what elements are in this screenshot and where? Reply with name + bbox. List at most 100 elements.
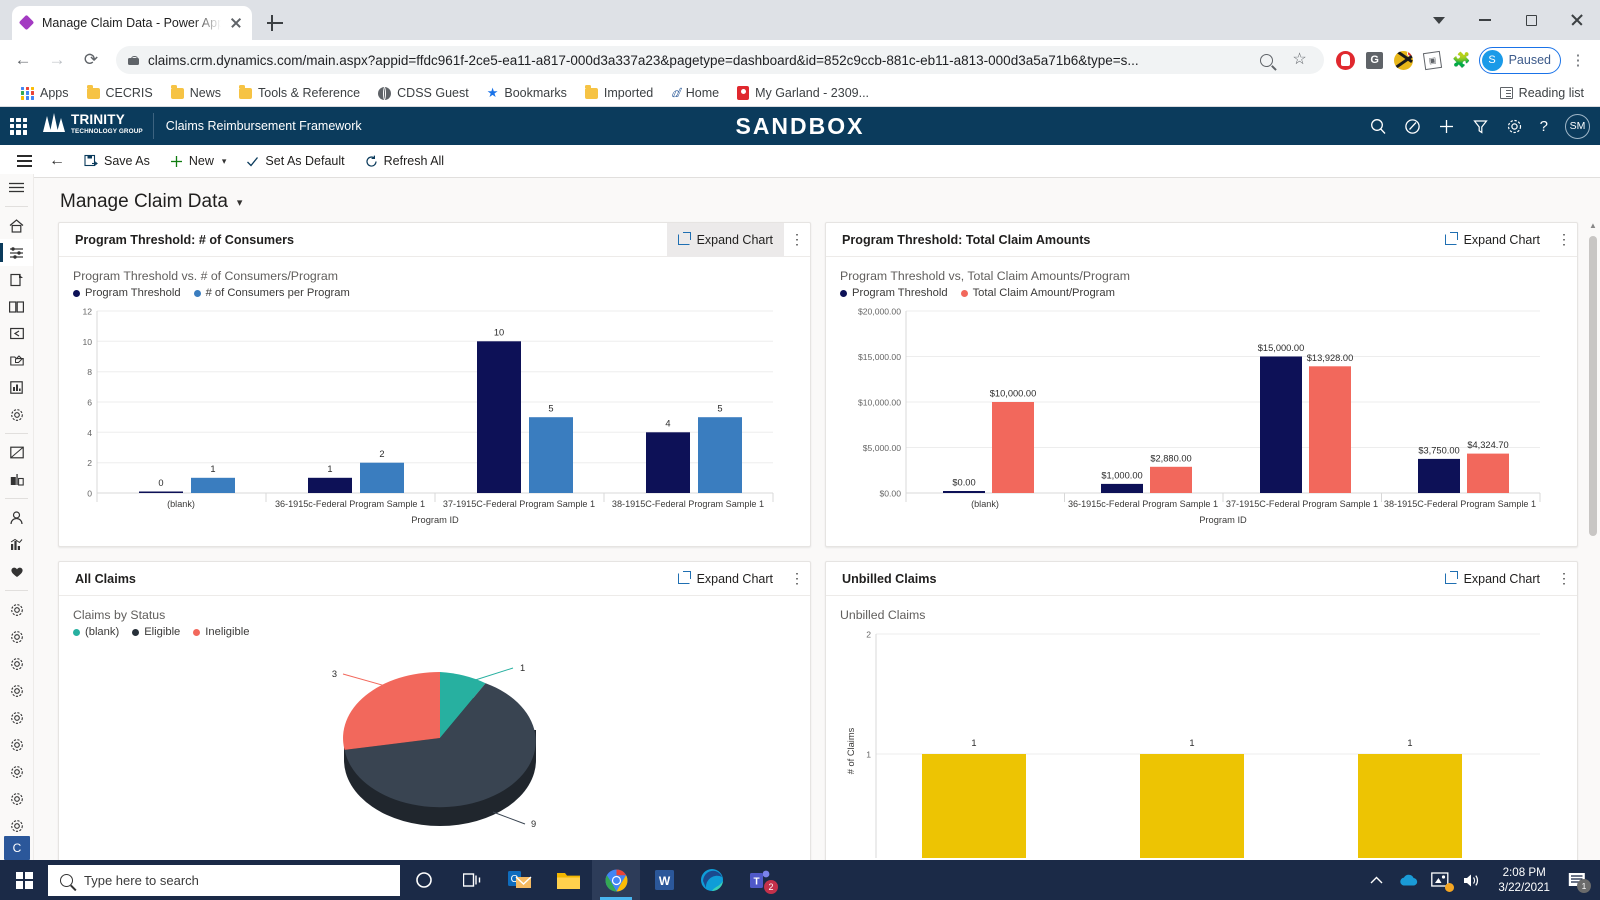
sidebar-item-entity-2[interactable] xyxy=(0,623,33,650)
start-button[interactable] xyxy=(0,860,48,900)
legend-item[interactable]: # of Consumers per Program xyxy=(194,287,350,299)
dashboard-scrollbar[interactable]: ▲ xyxy=(1586,218,1600,864)
onedrive-sync-icon[interactable] xyxy=(1424,860,1456,900)
bookmark-home[interactable]: ⅆ Home xyxy=(662,81,728,105)
taskbar-file-explorer[interactable] xyxy=(544,860,592,900)
help-question-icon[interactable]: ? xyxy=(1540,118,1548,135)
bookmark-bookmarks[interactable]: ★ Bookmarks xyxy=(478,81,576,105)
taskbar-clock[interactable]: 2:08 PM 3/22/2021 xyxy=(1488,865,1560,896)
close-tab-icon[interactable] xyxy=(228,15,244,31)
new-tab-button[interactable] xyxy=(264,12,286,34)
sidebar-item-favorites[interactable] xyxy=(0,558,33,585)
bar-chart-unbilled-claims[interactable]: 2 1 # of Claims 1 1 1 xyxy=(840,626,1545,858)
action-center-button[interactable]: 1 xyxy=(1560,860,1594,900)
sidebar-item-home[interactable] xyxy=(0,212,33,239)
sidebar-item-reports[interactable] xyxy=(0,374,33,401)
sidebar-item-notes[interactable] xyxy=(0,439,33,466)
expand-chart-button[interactable]: Expand Chart xyxy=(1434,562,1551,596)
window-caret-button[interactable] xyxy=(1416,0,1462,40)
expand-chart-button[interactable]: Expand Chart xyxy=(1434,223,1551,257)
sidebar-item-dashboards[interactable] xyxy=(0,239,33,266)
chrome-menu-icon[interactable]: ⋮ xyxy=(1566,48,1590,72)
bar-chart-consumers[interactable]: 12 10 8 6 4 2 0 xyxy=(73,303,778,535)
sidebar-item-entity-9[interactable] xyxy=(0,812,33,839)
reload-button[interactable]: ⟳ xyxy=(76,45,106,75)
bookmark-cecris[interactable]: CECRIS xyxy=(78,81,162,105)
filter-icon[interactable] xyxy=(1472,118,1489,135)
sidebar-item-entity-7[interactable] xyxy=(0,758,33,785)
new-button[interactable]: New ▾ xyxy=(160,145,237,177)
settings-gear-icon[interactable] xyxy=(1506,118,1523,135)
assistant-icon[interactable] xyxy=(1404,118,1421,135)
bookmark-my-garland[interactable]: My Garland - 2309... xyxy=(728,81,878,105)
chevron-down-icon[interactable]: ▾ xyxy=(237,196,243,209)
document-extension-icon[interactable]: ▣ xyxy=(1421,48,1445,72)
show-hidden-icons-chevron-icon[interactable] xyxy=(1360,860,1392,900)
sidebar-item-entity-6[interactable] xyxy=(0,731,33,758)
dashboard-selector[interactable]: Manage Claim Data ▾ xyxy=(60,191,242,213)
search-icon[interactable] xyxy=(1370,118,1387,135)
refresh-all-button[interactable]: Refresh All xyxy=(355,145,454,177)
sidebar-item-edit-folder[interactable] xyxy=(0,347,33,374)
adblock-extension-icon[interactable] xyxy=(1334,48,1358,72)
sidebar-item-guides[interactable] xyxy=(0,293,33,320)
sidebar-item-entity-3[interactable] xyxy=(0,650,33,677)
sidebar-item-entity-8[interactable] xyxy=(0,785,33,812)
sidebar-item-settings-1[interactable] xyxy=(0,401,33,428)
bar-chart-claim-amounts[interactable]: $20,000.00 $15,000.00 $10,000.00 $5,000.… xyxy=(840,303,1545,535)
waffle-menu-icon[interactable] xyxy=(10,118,27,135)
window-minimize-button[interactable] xyxy=(1462,0,1508,40)
taskbar-edge[interactable] xyxy=(688,860,736,900)
task-view-button[interactable] xyxy=(448,860,496,900)
save-as-button[interactable]: Save As xyxy=(74,145,160,177)
sidebar-change-area-button[interactable]: C xyxy=(4,836,30,860)
card-more-options-icon[interactable]: ⋮ xyxy=(784,562,810,596)
taskbar-teams[interactable]: T 2 xyxy=(736,860,784,900)
puzzle-extensions-icon[interactable]: 🧩 xyxy=(1450,48,1474,72)
volume-icon[interactable] xyxy=(1456,860,1488,900)
browser-tab[interactable]: Manage Claim Data - Power App xyxy=(12,6,252,40)
taskbar-chrome[interactable] xyxy=(592,860,640,900)
back-navigation-button[interactable]: ← xyxy=(40,145,74,177)
scrollbar-thumb[interactable] xyxy=(1589,236,1597,536)
chevron-down-icon[interactable]: ▾ xyxy=(220,156,227,167)
cortana-button[interactable] xyxy=(400,860,448,900)
taskbar-word[interactable]: W xyxy=(640,860,688,900)
expand-chart-button[interactable]: Expand Chart xyxy=(667,223,784,257)
card-more-options-icon[interactable]: ⋮ xyxy=(784,223,810,257)
forward-button[interactable]: → xyxy=(42,45,72,75)
bookmark-imported[interactable]: Imported xyxy=(576,81,662,105)
bookmark-tools-reference[interactable]: Tools & Reference xyxy=(230,81,369,105)
honey-extension-icon[interactable] xyxy=(1392,48,1416,72)
bookmark-news[interactable]: News xyxy=(162,81,230,105)
card-more-options-icon[interactable]: ⋮ xyxy=(1551,223,1577,257)
sidebar-item-contacts[interactable] xyxy=(0,504,33,531)
legend-item[interactable]: Total Claim Amount/Program xyxy=(961,287,1115,299)
legend-item[interactable]: Eligible xyxy=(132,626,180,638)
back-button[interactable]: ← xyxy=(8,45,38,75)
site-map-toggle-icon[interactable] xyxy=(8,145,40,177)
sidebar-item-entity-1[interactable] xyxy=(0,596,33,623)
sidebar-item-analytics[interactable] xyxy=(0,531,33,558)
legend-item[interactable]: (blank) xyxy=(73,626,119,638)
pie-chart-claims-by-status[interactable]: 1 3 9 xyxy=(73,642,778,857)
reading-list-button[interactable]: Reading list xyxy=(1500,86,1588,100)
legend-item[interactable]: Ineligible xyxy=(193,626,249,638)
quick-create-icon[interactable] xyxy=(1438,118,1455,135)
sidebar-item-entity-4[interactable] xyxy=(0,677,33,704)
sidebar-item-entity-5[interactable] xyxy=(0,704,33,731)
user-avatar[interactable]: SM xyxy=(1565,114,1590,139)
zoom-out-icon[interactable] xyxy=(1255,48,1279,72)
bookmark-star-icon[interactable]: ☆ xyxy=(1288,48,1312,72)
expand-chart-button[interactable]: Expand Chart xyxy=(667,562,784,596)
address-bar[interactable]: claims.crm.dynamics.com/main.aspx?appid=… xyxy=(116,46,1324,74)
sidebar-item-recent[interactable] xyxy=(0,266,33,293)
taskbar-search-input[interactable]: Type here to search xyxy=(48,865,400,896)
legend-item[interactable]: Program Threshold xyxy=(840,287,948,299)
scroll-up-arrow-icon[interactable]: ▲ xyxy=(1586,218,1600,232)
bookmark-cdss-guest[interactable]: CDSS Guest xyxy=(369,81,478,105)
window-maximize-button[interactable] xyxy=(1508,0,1554,40)
set-as-default-button[interactable]: Set As Default xyxy=(236,145,354,177)
sidebar-item-organization[interactable] xyxy=(0,466,33,493)
taskbar-outlook[interactable]: O xyxy=(496,860,544,900)
